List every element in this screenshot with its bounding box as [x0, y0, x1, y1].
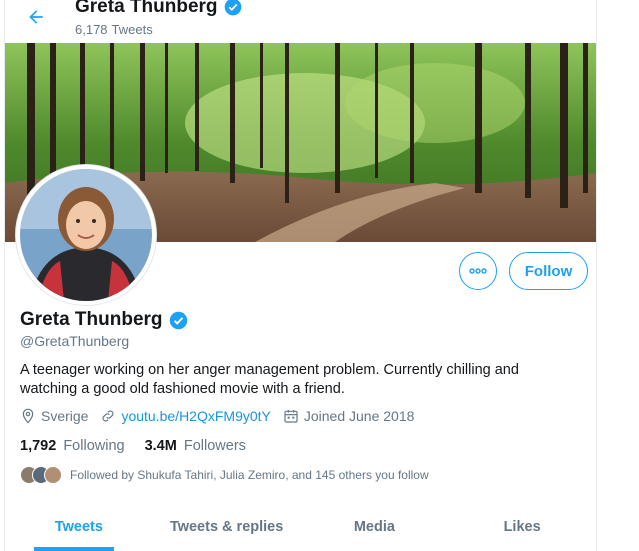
- follower-avatars: [20, 466, 62, 484]
- header-tweet-count: 6,178 Tweets: [75, 22, 157, 37]
- profile-tabs: Tweets Tweets & replies Media Likes: [5, 507, 596, 547]
- location-text: Sverige: [41, 408, 89, 424]
- back-button[interactable]: [21, 2, 51, 32]
- active-tab-indicator: [34, 547, 114, 551]
- website-link[interactable]: youtu.be/H2QxFM9y0tY: [121, 408, 270, 424]
- tweet-count-value: 6,178: [75, 22, 108, 37]
- header-title: Greta Thunberg: [75, 0, 243, 18]
- arrow-left-icon: [29, 10, 43, 24]
- profile-name: Greta Thunberg: [20, 309, 189, 331]
- followed-by-text: Followed by Shukufa Tahiri, Julia Zemiro…: [70, 468, 429, 482]
- tab-tweets-replies[interactable]: Tweets & replies: [153, 507, 301, 547]
- join-date-text: Joined June 2018: [303, 408, 415, 424]
- calendar-icon: [284, 410, 298, 423]
- tweet-count-label: Tweets: [111, 22, 153, 37]
- following-link[interactable]: 1,792 Following: [20, 438, 125, 454]
- link-icon: [102, 410, 114, 422]
- following-label: Following: [63, 438, 125, 454]
- follow-counts: 1,792 Following 3.4M Followers: [20, 438, 246, 454]
- followers-link[interactable]: 3.4M Followers: [145, 438, 246, 454]
- tab-media[interactable]: Media: [301, 507, 449, 547]
- website[interactable]: youtu.be/H2QxFM9y0tY: [100, 408, 271, 424]
- header-name-text: Greta Thunberg: [75, 0, 218, 17]
- tab-tweets[interactable]: Tweets: [5, 507, 153, 547]
- profile-header: Greta Thunberg 6,178 Tweets: [5, 0, 596, 43]
- location: Sverige: [20, 408, 88, 424]
- followed-by[interactable]: Followed by Shukufa Tahiri, Julia Zemiro…: [20, 466, 429, 484]
- profile-meta: Sverige youtu.be/H2QxFM9y0tY Joined June…: [20, 408, 426, 424]
- profile-name-text: Greta Thunberg: [20, 309, 163, 330]
- follow-button[interactable]: Follow: [509, 252, 588, 290]
- follower-avatar: [44, 466, 62, 484]
- followers-count: 3.4M: [144, 438, 177, 454]
- verified-badge-icon: [224, 0, 241, 16]
- location-pin-icon: [22, 408, 34, 424]
- profile-bio: A teenager working on her anger manageme…: [20, 362, 519, 397]
- followers-label: Followers: [183, 438, 246, 454]
- following-count: 1,792: [20, 438, 57, 454]
- column-border-right: [596, 0, 597, 551]
- profile-handle: @GretaThunberg: [20, 333, 130, 349]
- profile-avatar[interactable]: [16, 165, 156, 305]
- tab-likes[interactable]: Likes: [448, 507, 596, 547]
- more-options-button[interactable]: [459, 252, 497, 290]
- more-options-icon: [469, 268, 487, 274]
- join-date: Joined June 2018: [283, 408, 415, 424]
- verified-badge-icon: [169, 311, 187, 329]
